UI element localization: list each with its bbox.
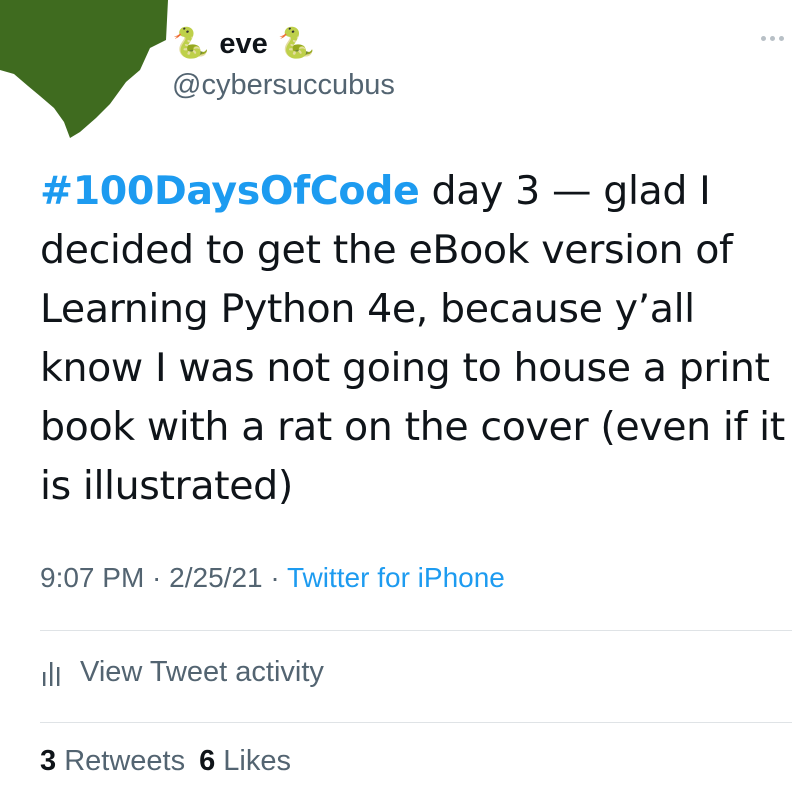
tweet-date[interactable]: 2/25/21 [169,562,262,593]
bar-chart-icon [43,662,60,686]
tweet-meta: 9:07 PM · 2/25/21 · Twitter for iPhone [40,562,505,594]
snake-emoji-left: 🐍 [172,27,210,60]
more-horizontal-icon [760,35,766,41]
snake-emoji-right: 🐍 [277,27,316,60]
retweets-stat[interactable]: 3 Retweets [40,745,185,777]
likes-label: Likes [223,745,291,777]
activity-label: View Tweet activity [80,655,324,688]
meta-separator: · [262,562,287,593]
more-dot [769,35,775,41]
divider [40,722,792,723]
likes-count: 6 [199,745,216,777]
divider [40,630,792,631]
avatar-redaction [0,0,168,138]
retweets-label: Retweets [64,745,186,777]
likes-stat[interactable]: 6 Likes [199,745,291,777]
hashtag-link[interactable]: #100DaysOfCode [40,168,420,214]
view-tweet-activity-button[interactable]: View Tweet activity [40,650,324,694]
more-options-button[interactable] [752,26,792,50]
avatar[interactable] [0,0,170,140]
tweet-body: day 3 — glad I decided to get the eBook … [40,168,785,509]
tweet-header: 🐍 eve 🐍 @cybersuccubus [172,20,732,102]
display-name[interactable]: eve [219,28,267,61]
user-handle[interactable]: @cybersuccubus [172,68,732,102]
name-row[interactable]: 🐍 eve 🐍 [172,20,732,68]
meta-separator: · [144,562,170,593]
more-dot [778,35,784,41]
tweet-text: #100DaysOfCode day 3 — glad I decided to… [40,162,788,516]
retweets-count: 3 [40,745,57,777]
tweet-source-link[interactable]: Twitter for iPhone [287,562,505,593]
tweet-time[interactable]: 9:07 PM [40,562,144,593]
tweet-stats: 3 Retweets 6 Likes [40,745,305,778]
